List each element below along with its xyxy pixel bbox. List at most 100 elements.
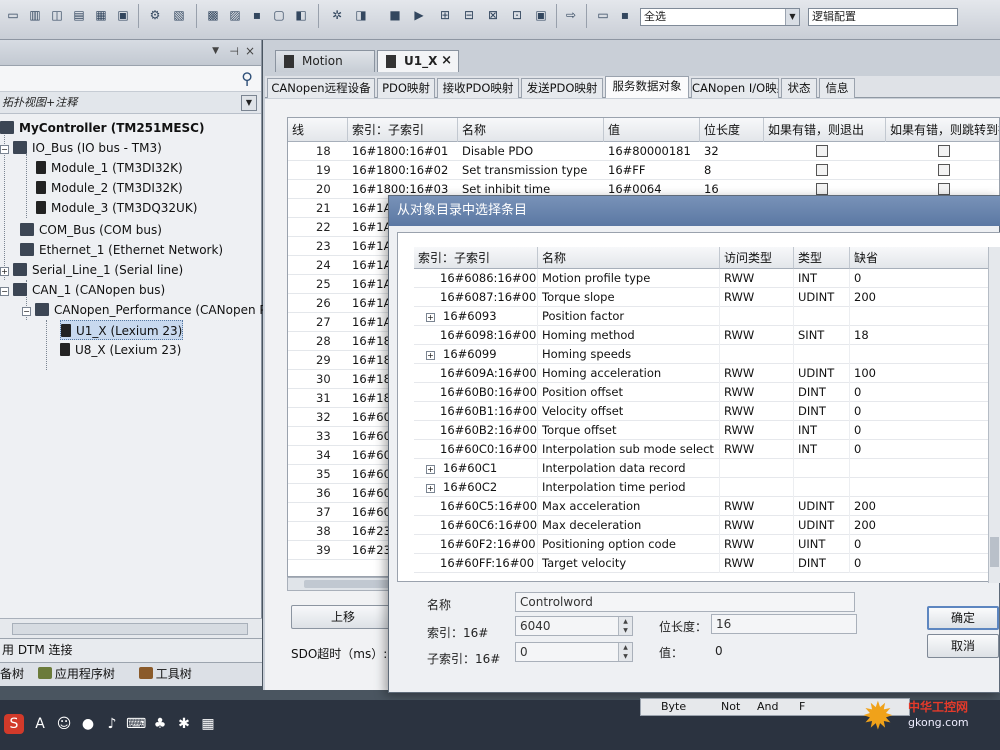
subindex-spinner[interactable]: ▲ ▼ xyxy=(618,643,632,661)
tab-status[interactable]: 状态 xyxy=(781,78,817,98)
tree-item-u1-x[interactable]: U1_X (Lexium 23) xyxy=(60,320,184,340)
tree-item-serial-line[interactable]: + Serial_Line_1 (Serial line) xyxy=(0,260,183,280)
expand-icon[interactable]: + xyxy=(0,267,9,276)
exit-on-error-checkbox[interactable] xyxy=(816,183,828,195)
game-pad-icon[interactable]: ⚙ xyxy=(146,6,164,24)
collapse-icon[interactable]: − xyxy=(0,287,9,296)
collapse-icon[interactable]: − xyxy=(22,307,31,316)
strip-f[interactable]: F xyxy=(799,699,805,715)
index-spinner[interactable]: ▲ ▼ xyxy=(618,617,632,635)
tree-item-canopen-performance[interactable]: − CANopen_Performance (CANopen Per xyxy=(22,300,279,320)
scroll-thumb[interactable] xyxy=(990,537,999,567)
tab-motion[interactable]: Motion xyxy=(275,50,375,72)
jump-on-error-checkbox[interactable] xyxy=(938,164,950,176)
toolbar-icon-16[interactable]: ▣ xyxy=(532,6,550,24)
tree-item-io-bus[interactable]: − IO_Bus (IO bus - TM3) xyxy=(0,138,162,158)
col-default[interactable]: 缺省 xyxy=(850,247,1000,269)
col-access-type[interactable]: 访问类型 xyxy=(720,247,794,269)
settings-icon[interactable]: ✲ xyxy=(328,6,346,24)
list-item[interactable]: 16#60FF:16#00 Target velocity RWW DINT 0 xyxy=(414,554,1000,573)
toolbar-icon-11[interactable]: ◨ xyxy=(352,6,370,24)
col-jump-on-error[interactable]: 如果有错，则跳转到行 xyxy=(886,118,999,142)
shirt-icon[interactable]: ♣ xyxy=(150,714,170,734)
list-item[interactable]: 16#60F2:16#00 Positioning option code RWW U… xyxy=(414,535,1000,554)
close-icon[interactable]: × xyxy=(245,44,255,58)
chevron-down-icon[interactable]: ▼ xyxy=(785,9,799,25)
col-index-subindex[interactable]: 索引：子索引 xyxy=(414,247,538,269)
list-item[interactable]: 16#609A:16#00 Homing acceleration RWW UDINT… xyxy=(414,364,1000,383)
toolbar-icon-5[interactable]: ▦ xyxy=(92,6,110,24)
subindex-field[interactable]: 0 ▲ ▼ xyxy=(515,642,633,662)
tree-item-u8-x[interactable]: U8_X (Lexium 23) xyxy=(60,340,181,360)
tab-canopen-remote[interactable]: CANopen远程设备 xyxy=(267,78,375,98)
toolbar-icon-6[interactable]: ▣ xyxy=(114,6,132,24)
toolbar-icon-1[interactable]: ▭ xyxy=(4,6,22,24)
tab-application-tree[interactable]: 应用程序树 xyxy=(37,663,125,685)
list-item[interactable]: +16#6099 Homing speeds xyxy=(414,345,1000,364)
input-method-icon[interactable]: S xyxy=(4,714,24,734)
jump-on-error-checkbox[interactable] xyxy=(938,145,950,157)
col-index[interactable]: 索引：子索引 xyxy=(348,118,458,142)
pin-icon[interactable]: ⊣ xyxy=(229,45,239,58)
list-item[interactable]: +16#6093 Position factor xyxy=(414,307,1000,326)
tab-canopen-io-mapping[interactable]: CANopen I/O映射 xyxy=(691,78,779,98)
tab-info[interactable]: 信息 xyxy=(819,78,855,98)
col-object-name[interactable]: 名称 xyxy=(538,247,720,269)
tree-item-com-bus[interactable]: COM_Bus (COM bus) xyxy=(20,220,162,240)
tree-item-module-3[interactable]: Module_3 (TM3DQ32UK) xyxy=(36,198,197,218)
bit-length-field[interactable]: 16 xyxy=(711,614,857,634)
list-item[interactable]: 16#60C0:16#00 Interpolation sub mode sele… xyxy=(414,440,1000,459)
tab-tpdo-mapping[interactable]: 发送PDO映射 xyxy=(521,78,603,98)
ok-button[interactable]: 确定 xyxy=(927,606,999,630)
list-item[interactable]: 16#6087:16#00 Torque slope RWW UDINT 200 xyxy=(414,288,1000,307)
tree-item-controller[interactable]: MyController (TM251MESC) xyxy=(0,118,204,138)
tab-rpdo-mapping[interactable]: 接收PDO映射 xyxy=(437,78,519,98)
tab-tool-tree[interactable]: 工具树 xyxy=(138,663,202,685)
list-item[interactable]: 16#60B2:16#00 Torque offset RWW INT 0 xyxy=(414,421,1000,440)
exit-on-error-checkbox[interactable] xyxy=(816,164,828,176)
pane-menu-icon[interactable]: ▼ xyxy=(212,46,219,56)
toolbar-icon-13[interactable]: ⊟ xyxy=(460,6,478,24)
view-select[interactable]: 逻辑配置 xyxy=(808,8,958,26)
toolbar-icon-10[interactable]: ◧ xyxy=(292,6,310,24)
col-name[interactable]: 名称 xyxy=(458,118,604,142)
microphone-icon[interactable]: ♪ xyxy=(102,714,122,734)
grid-icon[interactable]: ▦ xyxy=(198,714,218,734)
col-bit-length[interactable]: 位长度 xyxy=(700,118,764,142)
tab-u1-x[interactable]: U1_X × xyxy=(377,50,459,72)
table-row[interactable]: 19 16#1800:16#02 Set transmission type 16#F… xyxy=(288,161,999,180)
strip-not[interactable]: Not xyxy=(721,699,740,715)
letter-a-icon[interactable]: A xyxy=(30,714,50,734)
jump-on-error-checkbox[interactable] xyxy=(938,183,950,195)
stop-icon[interactable]: ■ xyxy=(386,6,404,24)
cancel-button[interactable]: 取消 xyxy=(927,634,999,658)
col-exit-on-error[interactable]: 如果有错，则退出 xyxy=(764,118,886,142)
emoji-icon[interactable]: ☺ xyxy=(54,714,74,734)
collapse-icon[interactable]: − xyxy=(0,145,9,154)
toolbar-icon-9[interactable]: ▪ xyxy=(248,6,266,24)
tree-item-module-2[interactable]: Module_2 (TM3DI32K) xyxy=(36,178,183,198)
list-item[interactable]: +16#60C1 Interpolation data record xyxy=(414,459,1000,478)
tree-hscroll-track[interactable] xyxy=(12,623,248,635)
exit-on-error-checkbox[interactable] xyxy=(816,145,828,157)
expand-icon[interactable]: + xyxy=(426,465,435,474)
tree-item-ethernet[interactable]: Ethernet_1 (Ethernet Network) xyxy=(20,240,223,260)
close-tab-icon[interactable]: × xyxy=(441,51,452,71)
tree-item-can-1[interactable]: − CAN_1 (CANopen bus) xyxy=(0,280,165,300)
col-line[interactable]: 线 xyxy=(288,118,348,142)
tab-pdo-mapping[interactable]: PDO映射 xyxy=(377,78,435,98)
mic-icon[interactable]: ● xyxy=(78,714,98,734)
move-up-button[interactable]: 上移 xyxy=(291,605,395,629)
monitor-icon[interactable]: ▭ xyxy=(594,6,612,24)
settings-icon[interactable]: ✱ xyxy=(174,714,194,734)
object-directory-vscroll[interactable] xyxy=(988,247,1000,583)
expand-icon[interactable]: + xyxy=(426,351,435,360)
list-item[interactable]: +16#60C2 Interpolation time period xyxy=(414,478,1000,497)
arrow-icon[interactable]: ⇨ xyxy=(562,6,580,24)
toolbar-icon-15[interactable]: ⊡ xyxy=(508,6,526,24)
column-dropdown-icon[interactable]: ▼ xyxy=(241,95,257,111)
tree-hscroll[interactable] xyxy=(0,618,262,638)
list-item[interactable]: 16#60C6:16#00 Max deceleration RWW UDINT 200 xyxy=(414,516,1000,535)
strip-and[interactable]: And xyxy=(757,699,778,715)
index-field[interactable]: 6040 ▲ ▼ xyxy=(515,616,633,636)
